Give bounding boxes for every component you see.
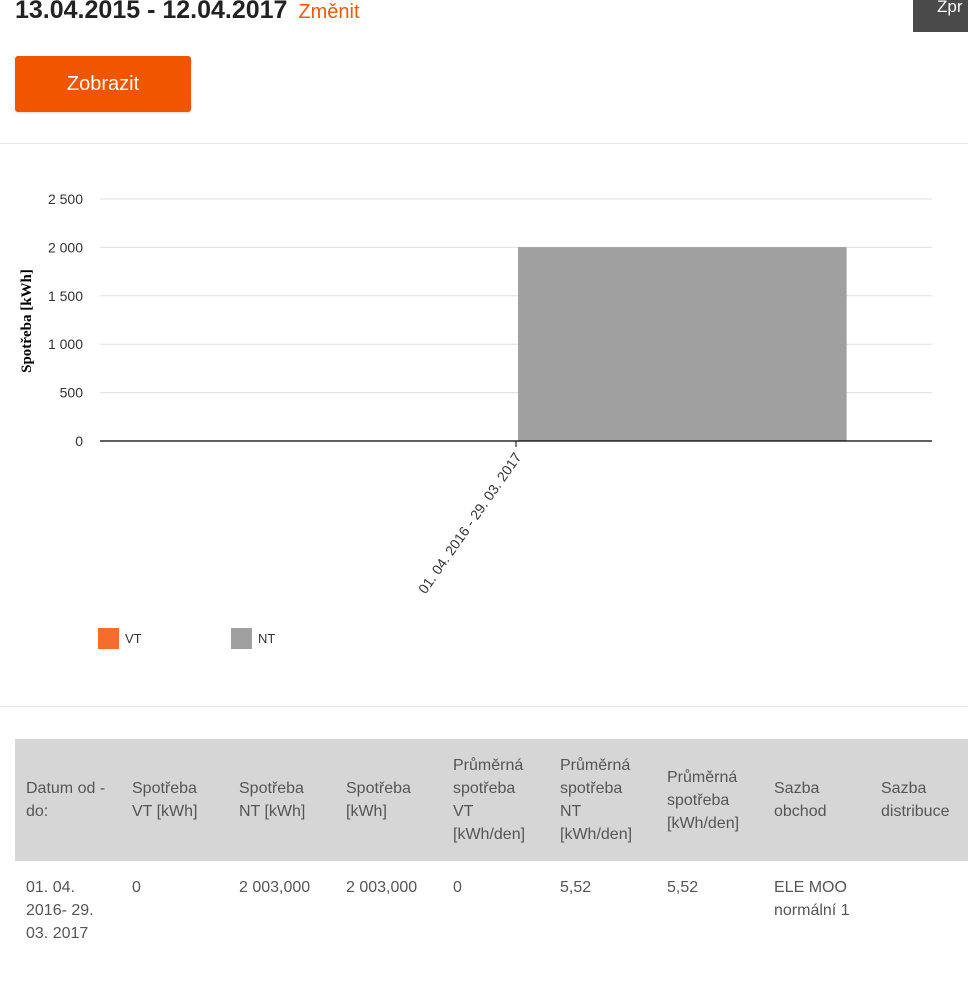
consumption-chart: 0 500 1 000 1 500 2 000 2 500 01. 04. 2016 - 2…: [19, 191, 932, 596]
change-date-link[interactable]: Změnit: [298, 1, 359, 23]
table-cell: 2 003,000: [228, 861, 335, 945]
table-header-cell: Průměrná spotřeba VT [kWh/den]: [442, 739, 549, 861]
table-header-line: Datum od -: [26, 780, 106, 797]
table-cell: 5,52: [549, 861, 656, 945]
y-tick-label: 2 000: [48, 239, 83, 255]
legend-label-vt: VT: [125, 631, 142, 646]
legend-label-nt: NT: [258, 631, 276, 646]
table-header-line: do:: [26, 803, 49, 820]
table-header-cell: Sazba obchod: [763, 739, 870, 861]
y-tick-label: 500: [60, 385, 84, 401]
table-cell-line: normální 1: [774, 902, 850, 919]
table-cell-line: 0: [453, 879, 462, 896]
table-cell: 0: [121, 861, 228, 945]
section-divider-bottom: [0, 706, 968, 707]
table-header-line: distribuce: [881, 803, 950, 820]
table-cell-line: 0: [132, 879, 141, 896]
table-cell: ELE MOO normální 1: [763, 861, 870, 945]
table-cell: 01. 04. 2016- 29. 03. 2017: [15, 861, 121, 945]
table-cell-line: 5,52: [667, 879, 699, 896]
consumption-table: Datum od - do: Spotřeba VT [kWh] Spotřeba NT …: [15, 739, 968, 945]
table-cell: 5,52: [656, 861, 763, 945]
table-header-line: Sazba: [774, 780, 820, 797]
table-header-line: obchod: [774, 803, 827, 820]
y-tick-label: 0: [75, 433, 83, 449]
table-header-line: Sazba: [881, 780, 927, 797]
table-header-line: [kWh/den]: [560, 826, 633, 843]
bar-nt: [518, 247, 847, 441]
table-header-line: Spotřeba: [346, 780, 411, 797]
table-header-line: Spotřeba: [132, 780, 197, 797]
table-header-line: Průměrná: [560, 757, 631, 774]
table-cell-line: 2016- 29.: [26, 902, 94, 919]
table-cell-line: 03. 2017: [26, 925, 89, 942]
table-header-line: [kWh/den]: [453, 826, 526, 843]
table-header-line: Průměrná: [667, 768, 738, 786]
table-cell: [870, 861, 968, 945]
table-header-line: [kWh]: [346, 803, 387, 820]
table-row: 01. 04. 2016- 29. 03. 2017 0 2 003,000 2 003,…: [15, 861, 968, 945]
table-header-cell: Průměrná spotřeba NT [kWh/den]: [549, 739, 656, 861]
table-header-cell: Průměrná spotřeba [kWh/den]: [656, 739, 763, 861]
top-right-button[interactable]: Zpr: [913, 0, 968, 32]
table-header-cell: Spotřeba NT [kWh]: [228, 739, 335, 861]
table-header-line: VT [kWh]: [132, 803, 198, 820]
table-header-cell: Datum od - do:: [15, 739, 121, 861]
legend-swatch-vt: [98, 628, 119, 649]
legend-swatch-nt: [231, 628, 252, 649]
show-button[interactable]: Zobrazit: [15, 56, 191, 112]
table-header-line: spotřeba: [667, 791, 730, 809]
date-range-header: 13.04.2015 - 12.04.2017 Změnit: [15, 0, 360, 25]
table-cell-line: 5,52: [560, 879, 592, 896]
y-tick-label: 1 000: [48, 336, 83, 352]
y-tick-label: 2 500: [48, 191, 83, 207]
table-cell-line: 2 003,000: [346, 879, 418, 896]
section-divider-top: [0, 143, 968, 144]
table-body: 01. 04. 2016- 29. 03. 2017 0 2 003,000 2 003,…: [15, 861, 968, 945]
y-tick-label: 1 500: [48, 288, 83, 304]
table-header-line: spotřeba: [453, 780, 516, 797]
table-header-line: Průměrná: [453, 757, 524, 774]
x-tick-label: 01. 04. 2016 - 29. 03. 2017: [415, 449, 525, 596]
table-header-line: NT [kWh]: [239, 803, 306, 820]
table-header-cell: Spotřeba VT [kWh]: [121, 739, 228, 861]
table-header-row: Datum od - do: Spotřeba VT [kWh] Spotřeba NT …: [15, 739, 968, 861]
y-axis-label: Spotřeba [kWh]: [19, 269, 35, 373]
table-header-line: NT: [560, 803, 582, 820]
table-header-line: spotřeba: [560, 780, 623, 797]
date-range-text: 13.04.2015 - 12.04.2017: [15, 0, 288, 24]
table-header-line: [kWh/den]: [667, 814, 740, 832]
table-cell-line: 01. 04.: [26, 879, 75, 896]
table-cell: 0: [442, 861, 549, 945]
table-header-line: Spotřeba: [239, 780, 304, 797]
table-cell: 2 003,000: [335, 861, 442, 945]
table-header-line: VT: [453, 803, 474, 820]
table-cell-line: ELE MOO: [774, 879, 847, 896]
table-cell-line: 2 003,000: [239, 879, 311, 896]
table-header-cell: Sazba distribuce: [870, 739, 968, 861]
table-header-cell: Spotřeba [kWh]: [335, 739, 442, 861]
